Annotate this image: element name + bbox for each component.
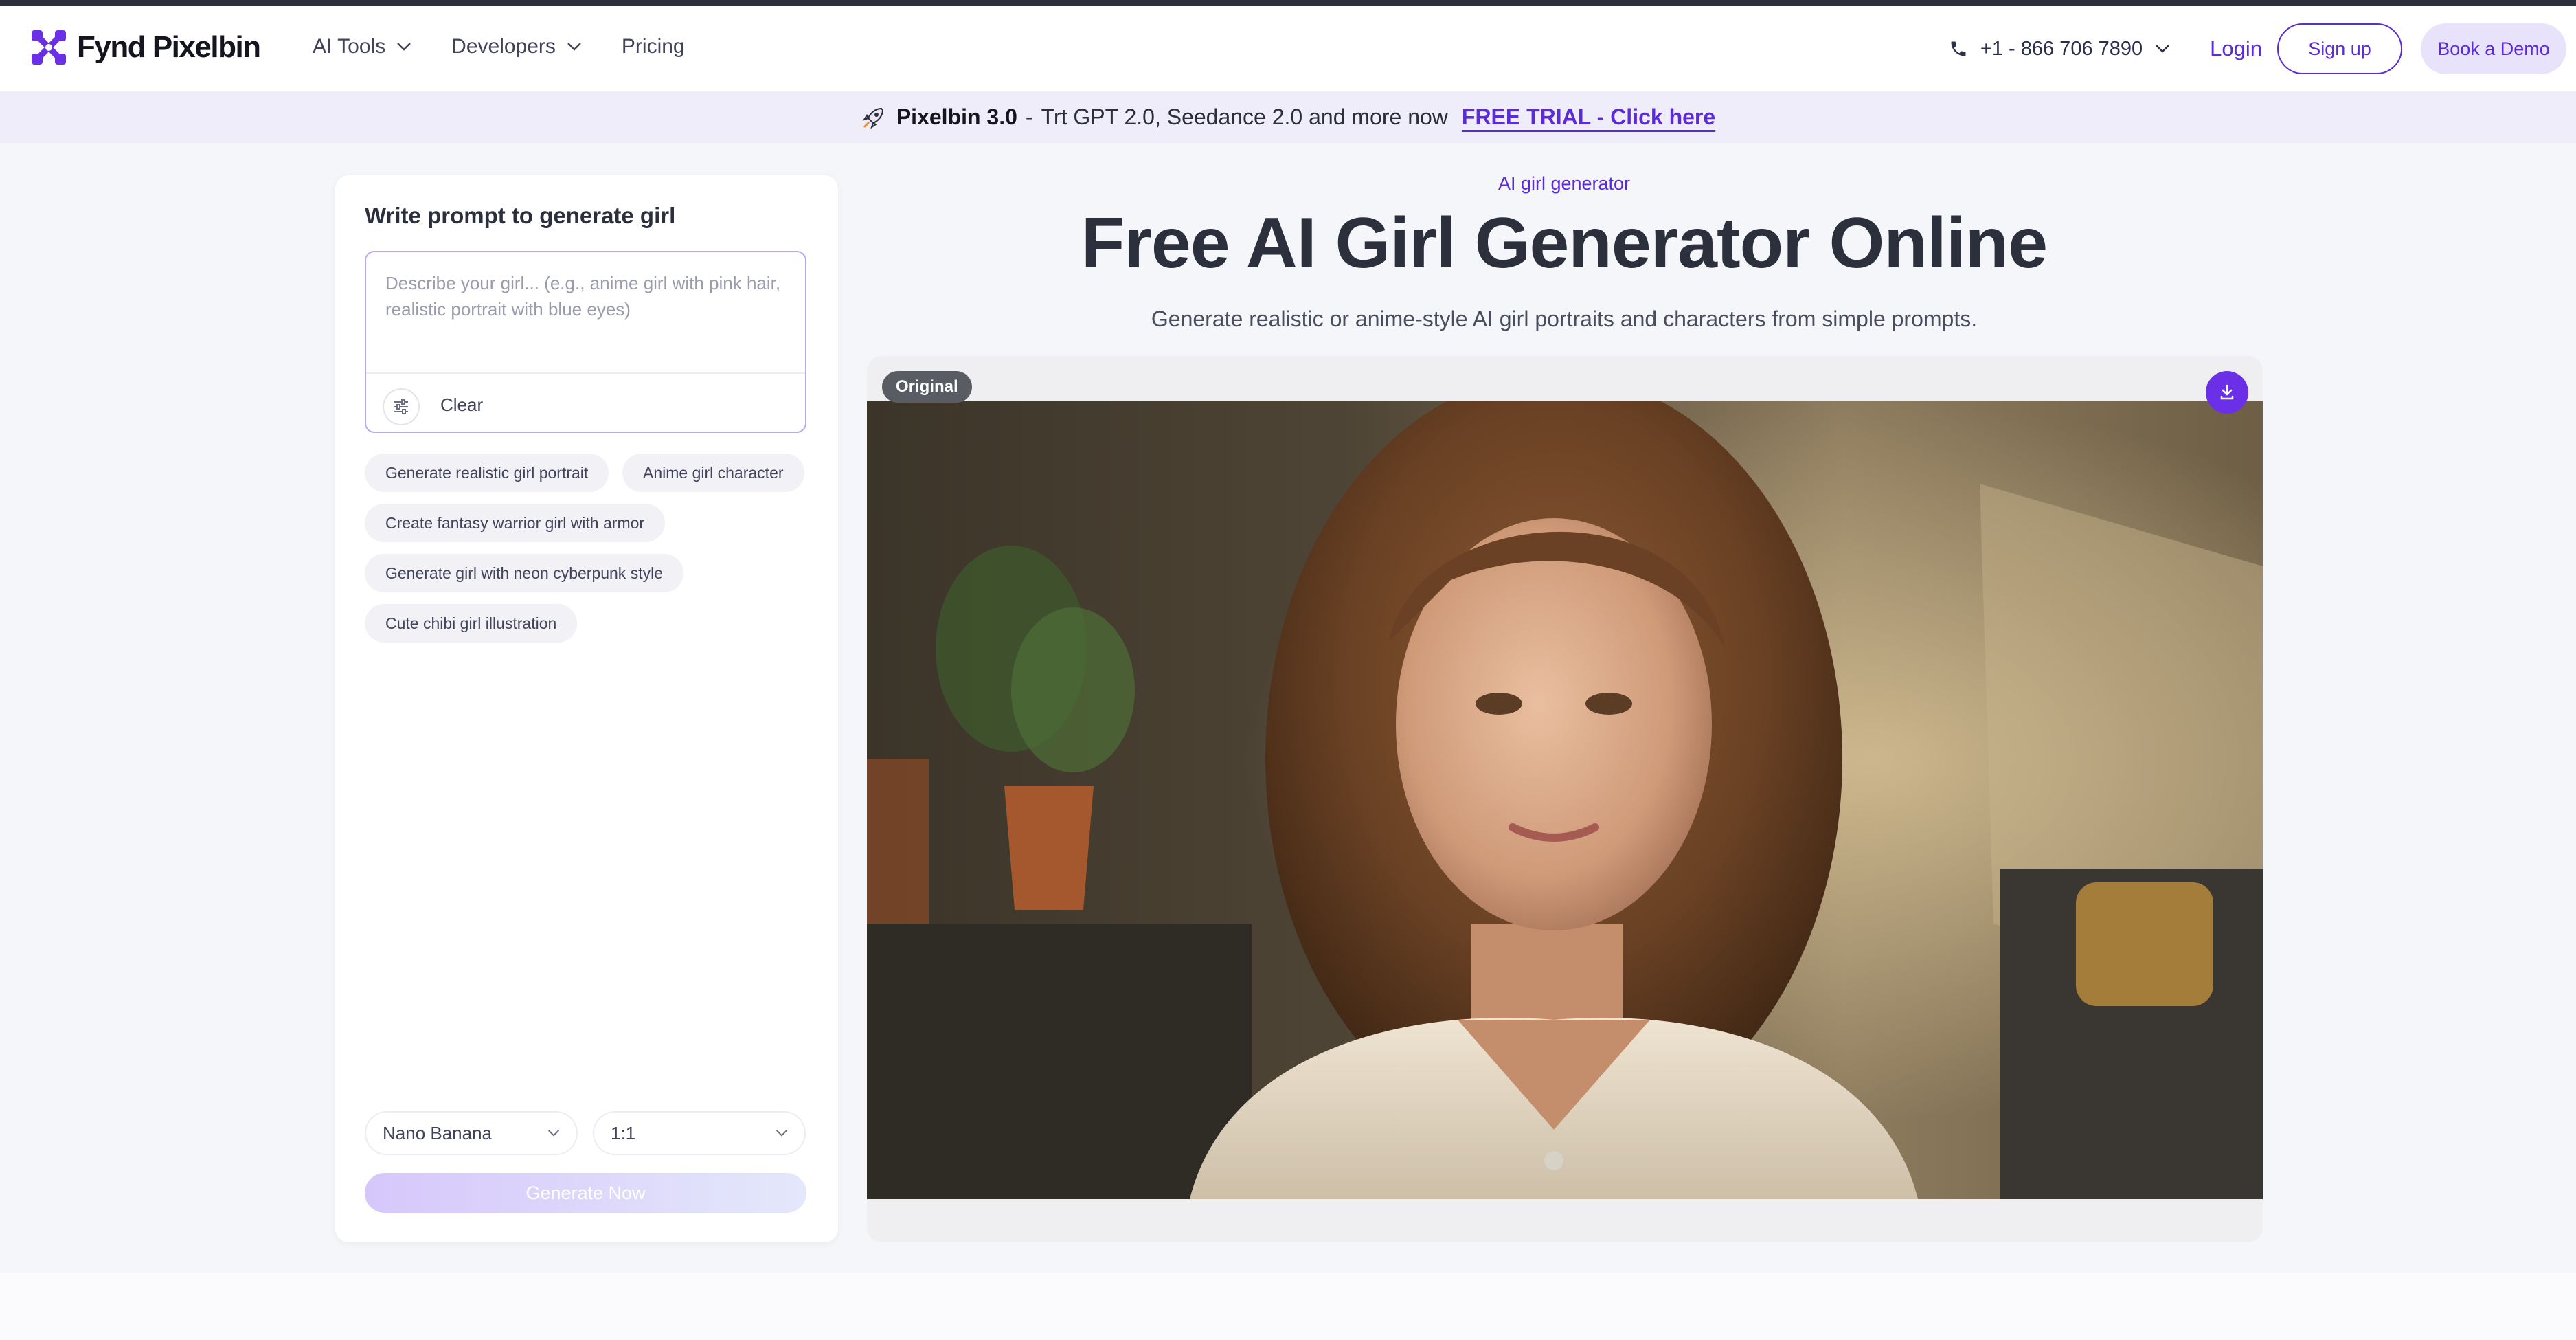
suggestion-chip[interactable]: Create fantasy warrior girl with armor: [365, 504, 666, 542]
model-select[interactable]: Nano Banana: [365, 1111, 578, 1155]
download-button[interactable]: [2206, 371, 2248, 414]
prompt-box: Clear: [365, 251, 806, 433]
nav-actions: +1 - 866 706 7890 Login Sign up Book a D…: [1949, 23, 2566, 74]
chevron-down-icon: [776, 1130, 788, 1137]
brand-name: Fynd Pixelbin: [77, 30, 261, 64]
suggestion-chip[interactable]: Anime girl character: [622, 454, 804, 492]
suggestion-chip[interactable]: Generate girl with neon cyberpunk style: [365, 554, 683, 592]
page-bottom-strip: [0, 1273, 2576, 1340]
nav-ai-tools[interactable]: AI Tools: [313, 35, 411, 58]
chevron-down-icon: [567, 43, 581, 51]
aspect-ratio-value: 1:1: [611, 1122, 636, 1143]
nav-pricing[interactable]: Pricing: [622, 35, 685, 58]
chevron-down-icon: [547, 1130, 560, 1137]
phone-icon: [1951, 41, 1966, 56]
login-link[interactable]: Login: [2210, 36, 2262, 61]
banner-text: Trt GPT 2.0, Seedance 2.0 and more now: [1041, 104, 1448, 129]
prompt-input[interactable]: [385, 270, 791, 353]
free-trial-link[interactable]: FREE TRIAL - Click here: [1462, 104, 1715, 130]
banner-separator: -: [1025, 104, 1033, 129]
original-badge: Original: [882, 371, 972, 403]
sliders-icon: [394, 399, 408, 414]
suggestion-chip[interactable]: Cute chibi girl illustration: [365, 604, 578, 643]
brand-logo[interactable]: Fynd Pixelbin: [29, 27, 261, 67]
main-nav: AI Tools Developers Pricing: [313, 35, 685, 58]
chevron-down-icon: [397, 43, 411, 51]
image-preview: Original: [867, 356, 2263, 1242]
hero-eyebrow: AI girl generator: [1498, 173, 1631, 194]
hero-subtitle: Generate realistic or anime-style AI gir…: [1151, 306, 1978, 331]
signup-button[interactable]: Sign up: [2277, 23, 2402, 74]
generation-options: Nano Banana 1:1: [365, 1111, 806, 1155]
aspect-ratio-select[interactable]: 1:1: [593, 1111, 806, 1155]
settings-button[interactable]: [383, 388, 420, 425]
suggestion-chip[interactable]: Generate realistic girl portrait: [365, 454, 609, 492]
phone-number: +1 - 866 706 7890: [1980, 37, 2143, 60]
navbar: Fynd Pixelbin AI Tools Developers Pricin…: [0, 6, 2576, 91]
download-icon: [2220, 384, 2234, 400]
clear-button[interactable]: Clear: [440, 394, 483, 416]
book-demo-button[interactable]: Book a Demo: [2421, 23, 2566, 74]
prompt-toolbar: Clear: [366, 372, 805, 433]
nav-ai-tools-label: AI Tools: [313, 35, 386, 58]
generate-now-button[interactable]: Generate Now: [365, 1173, 806, 1213]
nav-developers[interactable]: Developers: [451, 35, 582, 58]
rocket-icon: [862, 107, 883, 129]
generated-portrait-image: [867, 401, 2263, 1199]
pixelbin-logo-icon: [32, 30, 66, 65]
chevron-down-icon: [2156, 45, 2169, 53]
prompt-panel: Write prompt to generate girl Clear Gene…: [335, 175, 838, 1242]
panel-title: Write prompt to generate girl: [365, 203, 676, 228]
nav-pricing-label: Pricing: [621, 35, 685, 58]
nav-developers-label: Developers: [451, 35, 556, 58]
banner-product: Pixelbin 3.0: [896, 104, 1017, 129]
page-title: Free AI Girl Generator Online: [1081, 203, 2048, 283]
promo-banner: Pixelbin 3.0 - Trt GPT 2.0, Seedance 2.0…: [0, 91, 2576, 143]
top-accent-line: [0, 0, 2576, 6]
model-select-value: Nano Banana: [383, 1122, 493, 1143]
phone-selector[interactable]: +1 - 866 706 7890: [1949, 38, 2170, 60]
